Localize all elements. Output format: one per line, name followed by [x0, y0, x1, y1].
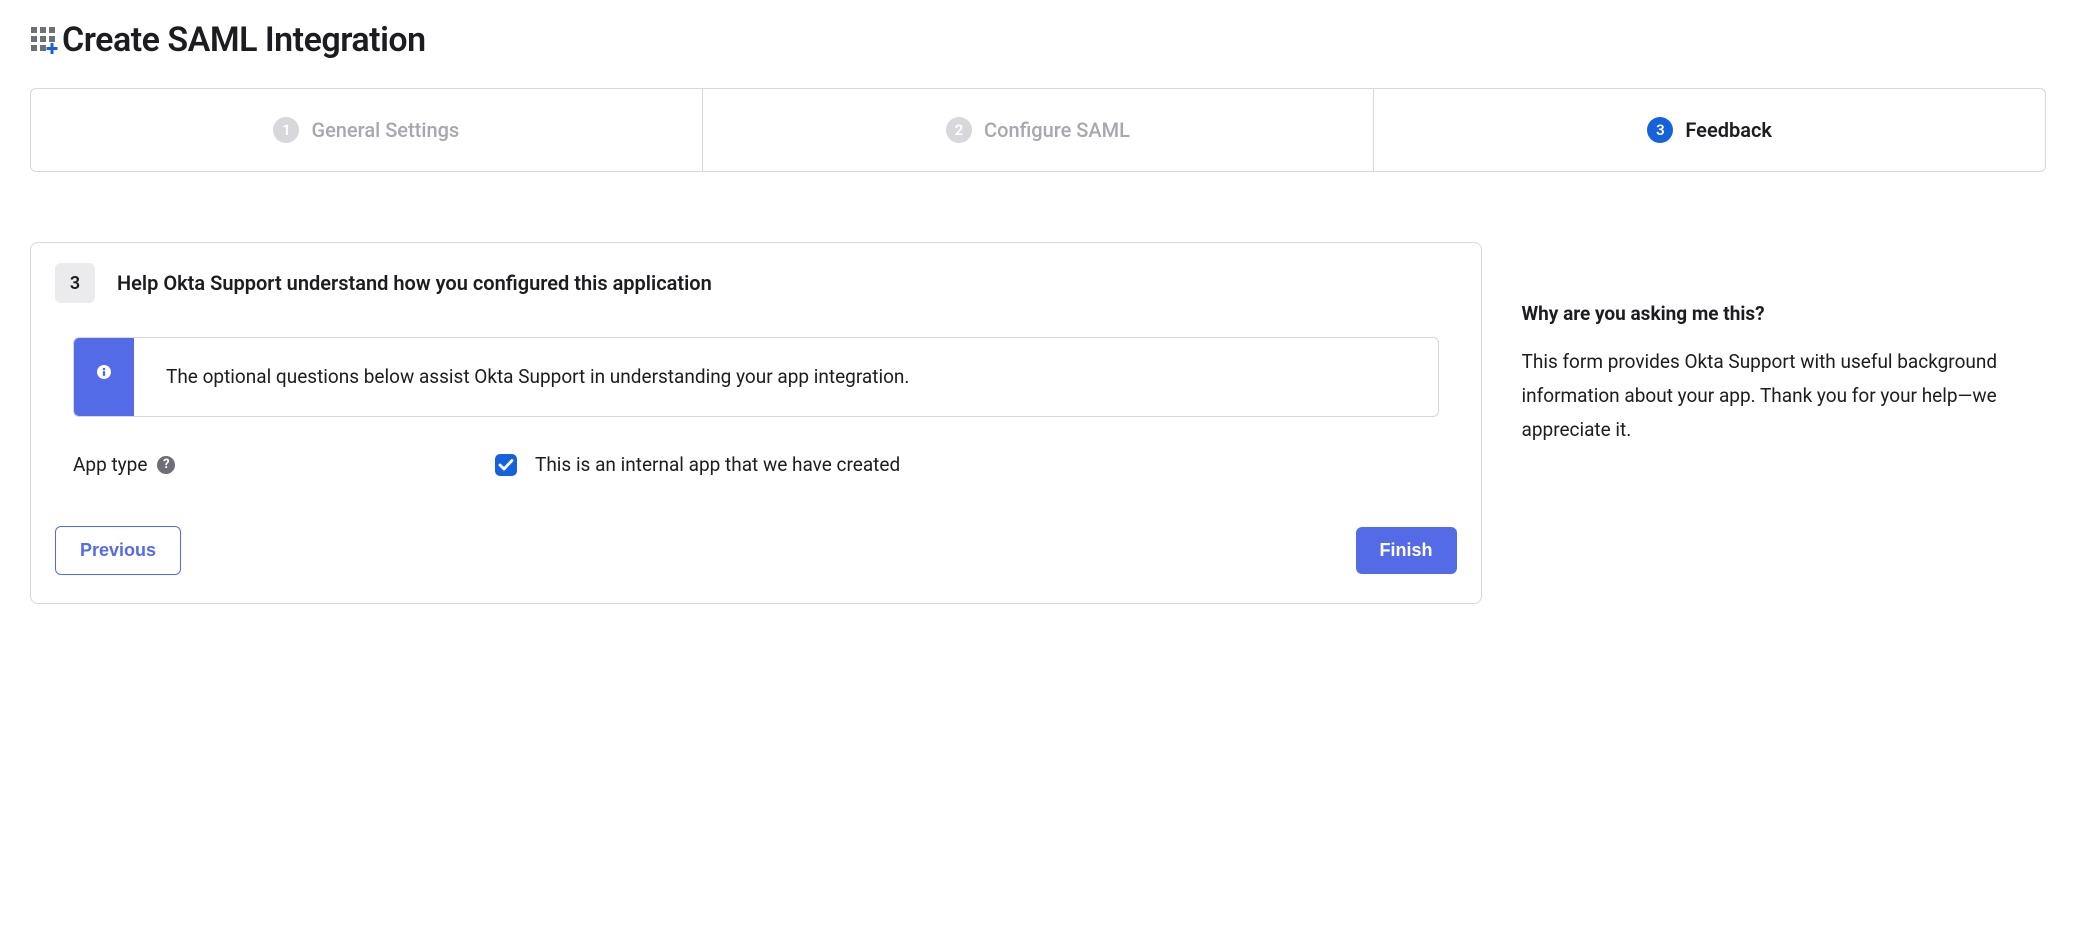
- help-icon[interactable]: ?: [157, 456, 175, 474]
- checkbox-label: This is an internal app that we have cre…: [535, 453, 900, 476]
- checkbox-checked-icon[interactable]: [495, 454, 517, 476]
- page-title: Create SAML Integration: [62, 20, 426, 60]
- sidebar-title: Why are you asking me this?: [1522, 302, 2046, 325]
- previous-button[interactable]: Previous: [55, 526, 181, 575]
- app-type-row: App type ? This is an internal app that …: [73, 453, 1439, 476]
- info-text: The optional questions below assist Okta…: [134, 338, 949, 416]
- panel-step-badge: 3: [55, 263, 95, 303]
- info-icon: [97, 364, 111, 383]
- help-sidebar: Why are you asking me this? This form pr…: [1522, 242, 2046, 448]
- sidebar-text: This form provides Okta Support with use…: [1522, 345, 2046, 448]
- feedback-panel: 3 Help Okta Support understand how you c…: [30, 242, 1482, 604]
- step-number-badge: 3: [1647, 117, 1673, 143]
- button-row: Previous Finish: [55, 526, 1457, 575]
- app-type-label: App type: [73, 453, 147, 476]
- step-number-badge: 1: [273, 117, 299, 143]
- step-general-settings[interactable]: 1 General Settings: [31, 89, 703, 171]
- panel-header: 3 Help Okta Support understand how you c…: [55, 263, 1457, 303]
- panel-title: Help Okta Support understand how you con…: [117, 271, 712, 295]
- app-grid-plus-icon: [30, 26, 58, 54]
- app-type-checkbox-group[interactable]: This is an internal app that we have cre…: [495, 453, 900, 476]
- content-wrapper: 3 Help Okta Support understand how you c…: [30, 242, 2046, 604]
- step-label: Configure SAML: [984, 118, 1130, 142]
- step-feedback[interactable]: 3 Feedback: [1374, 89, 2045, 171]
- step-configure-saml[interactable]: 2 Configure SAML: [703, 89, 1375, 171]
- step-label: General Settings: [311, 118, 459, 142]
- app-type-label-group: App type ?: [73, 453, 483, 476]
- info-stripe: [74, 338, 134, 416]
- wizard-stepper: 1 General Settings 2 Configure SAML 3 Fe…: [30, 88, 2046, 172]
- step-number-badge: 2: [946, 117, 972, 143]
- finish-button[interactable]: Finish: [1356, 527, 1457, 574]
- step-label: Feedback: [1685, 118, 1772, 142]
- page-header: Create SAML Integration: [30, 20, 2046, 60]
- info-callout: The optional questions below assist Okta…: [73, 337, 1439, 417]
